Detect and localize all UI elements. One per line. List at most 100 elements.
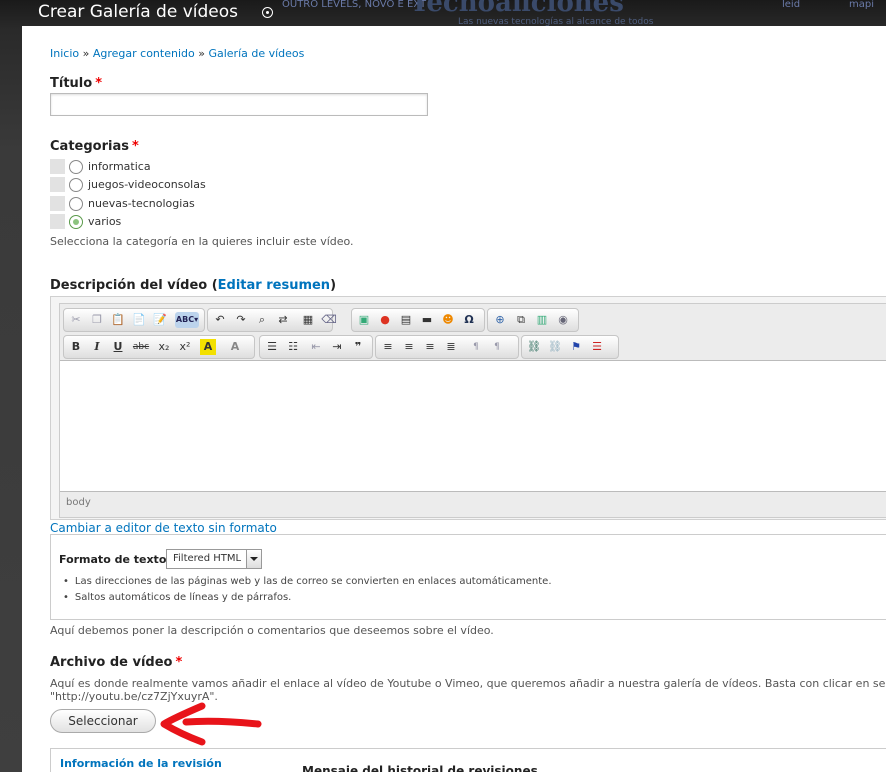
edit-summary-link[interactable]: Editar resumen [218,278,330,293]
paste-word-icon[interactable]: 📝 [152,312,168,328]
descripcion-label-close: ) [330,278,337,293]
overlay-close-icon[interactable] [262,7,273,18]
outdent-icon[interactable]: ⇤ [308,339,324,355]
toolbar-group-links: ⛓ ⛓ ⚑ ☰ [521,335,619,359]
maximize-icon[interactable]: ⊕ [492,312,508,328]
ltr-icon[interactable]: ¶ [468,339,484,355]
required-marker: * [175,655,183,670]
select-all-icon[interactable]: ▦ [300,312,316,328]
editor-content-area[interactable] [60,360,886,492]
text-color-button[interactable]: A [200,339,216,355]
show-blocks-icon[interactable]: ⧉ [513,312,529,328]
blockquote-button[interactable]: ❞ [350,339,366,355]
editor-path-label: body [66,497,91,508]
required-marker: * [95,76,102,91]
smiley-icon[interactable]: ☻ [440,312,456,328]
subscript-button[interactable]: x₂ [156,339,172,355]
background-text: OUTRO LEVELS, NOVO E EXT [282,0,427,10]
rich-text-editor: ✂ ❐ 📋 📄 📝 ABC▾ ↶ ↷ ⌕ ⇄ ▦ ⌫ ▣ ● ▤ ▬ ☻ Ω ⊕… [50,296,886,520]
iframe-icon[interactable]: ◉ [555,312,571,328]
switch-editor-link[interactable]: Cambiar a editor de texto sin formato [50,521,277,535]
background-color-button[interactable]: A [227,339,243,355]
titulo-label-text: Título [50,76,93,91]
drag-handle [50,196,65,211]
archivo-description: Aquí es donde realmente vamos añadir el … [50,677,886,690]
breadcrumb-separator: » [79,47,93,60]
radio-button[interactable] [69,160,83,174]
tab-revision-info[interactable]: Información de la revisión [60,757,222,770]
revision-message-label: Mensaje del historial de revisiones [302,764,538,772]
underline-button[interactable]: U [110,339,126,355]
titulo-input[interactable] [50,93,428,116]
background-text: mapi [849,0,874,10]
radio-label: juegos-videoconsolas [88,178,206,191]
superscript-button[interactable]: x² [177,339,193,355]
breadcrumb: Inicio » Agregar contenido » Galería de … [50,47,304,60]
toolbar-group-alignment: ≡ ≡ ≡ ≣ ¶ ¶ [375,335,519,359]
drag-handle [50,177,65,192]
radio-button-checked[interactable] [69,215,83,229]
format-tip: Saltos automáticos de líneas y de párraf… [63,592,291,603]
radio-label: informatica [88,160,151,173]
toolbar-group-basic-styles: B I U abc x₂ x² A A [63,335,255,359]
archivo-label-text: Archivo de vídeo [50,655,173,670]
cut-icon[interactable]: ✂ [68,312,84,328]
drag-handle [50,159,65,174]
breadcrumb-home-link[interactable]: Inicio [50,47,79,60]
copy-icon[interactable]: ❐ [89,312,105,328]
redo-icon[interactable]: ↷ [233,312,249,328]
strikethrough-button[interactable]: abc [131,339,151,355]
overlay-panel: Inicio » Agregar contenido » Galería de … [22,26,886,772]
horizontal-rule-icon[interactable]: ▬ [419,312,435,328]
anchor-flag-icon[interactable]: ⚑ [568,339,584,355]
templates-icon[interactable]: ▥ [534,312,550,328]
paste-text-icon[interactable]: 📄 [131,312,147,328]
radio-button[interactable] [69,178,83,192]
drag-handle [50,214,65,229]
table-icon[interactable]: ▤ [398,312,414,328]
replace-icon[interactable]: ⇄ [275,312,291,328]
format-select[interactable]: Filtered HTML [166,549,262,569]
paste-icon[interactable]: 📋 [110,312,126,328]
image-icon[interactable]: ▣ [356,312,372,328]
align-justify-icon[interactable]: ≣ [443,339,459,355]
breadcrumb-add-content-link[interactable]: Agregar contenido [93,47,195,60]
page-break-icon[interactable]: ☰ [589,339,605,355]
required-marker: * [131,139,139,154]
format-select-value: Filtered HTML [173,553,242,564]
radio-label: varios [88,215,122,228]
italic-button[interactable]: I [89,339,105,355]
find-icon[interactable]: ⌕ [254,312,270,328]
align-left-icon[interactable]: ≡ [380,339,396,355]
indent-icon[interactable]: ⇥ [329,339,345,355]
remove-format-icon[interactable]: ⌫ [321,312,337,328]
flash-icon[interactable]: ● [377,312,393,328]
special-char-icon[interactable]: Ω [461,312,477,328]
rtl-icon[interactable]: ¶ [489,339,505,355]
breadcrumb-gallery-link[interactable]: Galería de vídeos [208,47,304,60]
radio-button[interactable] [69,197,83,211]
text-format-box: Formato de texto Filtered HTML Las direc… [50,534,886,620]
align-right-icon[interactable]: ≡ [422,339,438,355]
numbered-list-icon[interactable]: ☰ [264,339,280,355]
overlay-title: Crear Galería de vídeos [38,2,239,22]
background-text: leid [782,0,801,10]
spellcheck-icon[interactable]: ABC▾ [175,312,199,328]
chevron-down-icon [246,550,261,568]
toolbar-group-insert: ▣ ● ▤ ▬ ☻ Ω [351,308,485,332]
link-icon[interactable]: ⛓ [526,339,542,355]
bold-button[interactable]: B [68,339,84,355]
bulleted-list-icon[interactable]: ☷ [285,339,301,355]
titulo-label: Título * [50,76,102,91]
align-center-icon[interactable]: ≡ [401,339,417,355]
descripcion-label-text: Descripción del vídeo ( [50,278,218,293]
toolbar-group-clipboard: ✂ ❐ 📋 📄 📝 ABC▾ [63,308,205,332]
background-logo: Tecnoaficiones [410,0,624,18]
revision-fieldset: Información de la revisión Mensaje del h… [50,748,886,772]
descripcion-help: Aquí debemos poner la descripción o come… [50,624,494,637]
descripcion-label: Descripción del vídeo (Editar resumen) [50,278,336,293]
unlink-icon[interactable]: ⛓ [547,339,563,355]
seleccionar-button[interactable]: Seleccionar [50,709,156,733]
undo-icon[interactable]: ↶ [212,312,228,328]
toolbar-group-editing: ↶ ↷ ⌕ ⇄ ▦ ⌫ [207,308,337,332]
